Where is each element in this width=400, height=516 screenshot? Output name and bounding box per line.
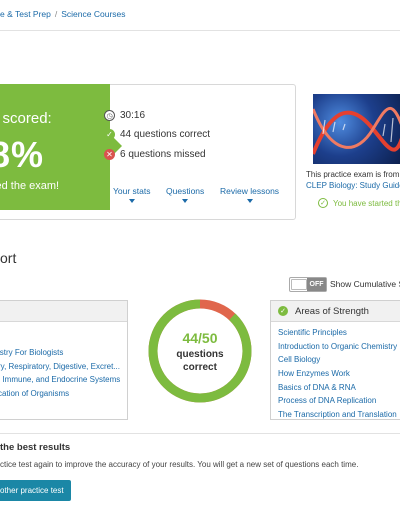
donut-line-2: correct	[183, 362, 217, 373]
score-label: u scored:	[0, 110, 52, 127]
questions-link[interactable]: Questions	[166, 186, 204, 203]
donut-score: 44/50	[182, 330, 218, 346]
correct-stat: ✓ 44 questions correct	[104, 129, 210, 140]
time-value: 30:16	[120, 110, 146, 121]
score-value: 8%	[0, 134, 45, 175]
started-text: You have started th	[333, 198, 400, 208]
check-circle-icon: ✓	[318, 198, 328, 208]
correct-count: 44 questions correct	[120, 129, 211, 140]
review-lessons-label: Review lessons	[220, 186, 280, 196]
breadcrumb: e & Test Prep / Science Courses	[0, 9, 126, 19]
clock-icon: ◷	[104, 110, 115, 121]
strength-panel-header: ✓ Areas of Strength	[271, 301, 400, 322]
strength-item[interactable]: Introduction to Organic Chemistry	[278, 340, 400, 354]
chevron-down-icon	[182, 199, 189, 203]
weakness-item[interactable]: istry For Biologists	[0, 346, 120, 360]
strength-item[interactable]: Basics of DNA & RNA	[278, 381, 400, 395]
score-box: u scored: 8% sed the exam!	[0, 84, 122, 210]
exam-source-text: This practice exam is from	[306, 170, 400, 179]
x-circle-icon: ✕	[104, 149, 115, 160]
score-message: sed the exam!	[0, 180, 60, 192]
review-lessons-link[interactable]: Review lessons	[220, 186, 279, 203]
toggle-knob	[291, 279, 307, 290]
breadcrumb-link-science-courses[interactable]: Science Courses	[61, 9, 125, 19]
missed-stat: ✕ 6 questions missed	[104, 149, 206, 160]
dna-thumbnail-image[interactable]	[313, 94, 400, 164]
strength-item[interactable]: Process of DNA Replication	[278, 394, 400, 408]
chevron-down-icon	[246, 199, 253, 203]
breadcrumb-link-test-prep[interactable]: e & Test Prep	[0, 9, 51, 19]
missed-count: 6 questions missed	[120, 149, 206, 160]
strength-panel-title: Areas of Strength	[295, 305, 369, 317]
donut-center: 44/50 questions correct	[145, 330, 255, 374]
header-divider	[0, 30, 400, 31]
weakness-item[interactable]: cation of Organisms	[0, 387, 120, 401]
best-results-description: ctice test again to improve the accuracy…	[0, 460, 359, 469]
strength-item[interactable]: How Enzymes Work	[278, 367, 400, 381]
strength-item[interactable]: The Transcription and Translation	[278, 408, 400, 419]
weakness-item[interactable]: ry, Respiratory, Digestive, Excret...	[0, 360, 120, 374]
section-divider	[0, 433, 400, 434]
weakness-item[interactable]: , Immune, and Endocrine Systems	[0, 373, 120, 387]
weakness-panel-header	[0, 301, 127, 322]
report-section-title: ort	[0, 250, 17, 266]
course-link[interactable]: CLEP Biology: Study Guide	[306, 181, 400, 190]
toggle-state: OFF	[307, 278, 326, 291]
toggle-label: Show Cumulative S	[330, 279, 400, 289]
your-stats-link[interactable]: Your stats	[113, 186, 151, 203]
cumulative-toggle[interactable]: OFF	[289, 277, 327, 292]
donut-line-1: questions	[176, 349, 224, 360]
weakness-panel: istry For Biologists ry, Respiratory, Di…	[0, 300, 128, 420]
questions-label: Questions	[166, 186, 205, 196]
chevron-down-icon	[128, 199, 135, 203]
time-stat: ◷ 30:16	[104, 110, 145, 121]
check-circle-icon: ✓	[278, 306, 288, 316]
strength-panel: ✓ Areas of Strength Scientific Principle…	[270, 300, 400, 420]
take-another-practice-test-button[interactable]: other practice test	[0, 480, 71, 501]
strength-item[interactable]: Scientific Principles	[278, 326, 400, 340]
breadcrumb-separator: /	[54, 9, 58, 19]
strength-item[interactable]: Cell Biology	[278, 353, 400, 367]
best-results-title: the best results	[0, 442, 71, 453]
your-stats-label: Your stats	[113, 186, 151, 196]
check-circle-icon: ✓	[104, 129, 115, 140]
started-status: ✓ You have started th	[318, 198, 400, 208]
